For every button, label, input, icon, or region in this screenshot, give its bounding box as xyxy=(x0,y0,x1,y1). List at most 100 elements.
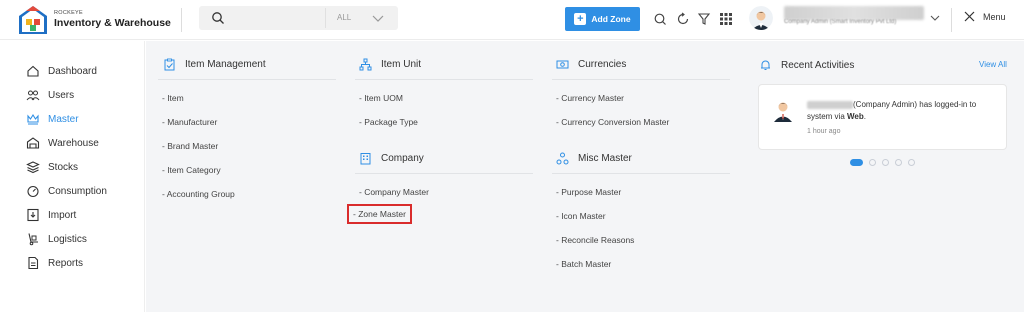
carousel-dots xyxy=(850,159,915,166)
activity-via: Web xyxy=(847,112,864,121)
warehouse-icon xyxy=(26,137,40,149)
top-header: ROCKEYE Inventory & Warehouse ALL + Add … xyxy=(0,0,1024,40)
add-zone-button[interactable]: + Add Zone xyxy=(565,7,640,31)
recent-activities-label: Recent Activities xyxy=(781,59,855,71)
section-title-item-unit: Item Unit xyxy=(359,58,421,71)
users-icon xyxy=(26,90,40,101)
sidebar-item-master[interactable]: Master xyxy=(26,111,79,127)
user-role: Company Admin (Smart Inventory Pvt Ltd) xyxy=(784,19,897,25)
activity-message-end: . xyxy=(863,112,866,121)
sidebar-item-label: Consumption xyxy=(48,185,107,197)
section-title-item-management: Item Management xyxy=(163,58,266,71)
app-logo[interactable] xyxy=(18,5,48,35)
report-icon xyxy=(28,256,39,270)
home-icon xyxy=(27,65,39,77)
search-icon[interactable] xyxy=(653,12,667,26)
section-divider xyxy=(158,79,336,80)
building-icon xyxy=(360,153,371,165)
activity-time: 1 hour ago xyxy=(807,128,841,135)
link-reconcile-reasons[interactable]: - Reconcile Reasons xyxy=(556,235,634,245)
sidebar-item-warehouse[interactable]: Warehouse xyxy=(26,135,99,151)
clipboard-icon xyxy=(164,58,175,71)
link-accounting-group[interactable]: - Accounting Group xyxy=(162,189,235,199)
view-all-link[interactable]: View All xyxy=(979,60,1007,69)
brand-name: Inventory & Warehouse xyxy=(54,17,171,29)
link-manufacturer[interactable]: - Manufacturer xyxy=(162,117,217,127)
plus-icon: + xyxy=(574,13,587,25)
sidebar-item-label: Warehouse xyxy=(48,137,99,149)
user-name-redacted xyxy=(784,6,924,20)
sidebar-item-label: Logistics xyxy=(48,233,87,245)
link-icon-master[interactable]: - Icon Master xyxy=(556,211,606,221)
menu-button[interactable]: Menu xyxy=(964,11,1006,22)
sidebar-item-dashboard[interactable]: Dashboard xyxy=(26,63,97,79)
sidebar-item-users[interactable]: Users xyxy=(26,87,74,103)
import-icon xyxy=(27,208,39,222)
stack-icon xyxy=(26,161,40,174)
sidebar-item-label: Dashboard xyxy=(48,65,97,77)
link-currency-conversion-master[interactable]: - Currency Conversion Master xyxy=(556,117,669,127)
close-icon xyxy=(964,11,975,22)
link-company-master[interactable]: - Company Master xyxy=(359,187,429,197)
sidebar-item-logistics[interactable]: Logistics xyxy=(26,231,87,247)
link-purpose-master[interactable]: - Purpose Master xyxy=(556,187,621,197)
brand-tagline: ROCKEYE xyxy=(54,10,83,16)
link-package-type[interactable]: - Package Type xyxy=(359,117,418,127)
global-search[interactable]: ALL xyxy=(199,6,398,30)
sidebar-item-label: Master xyxy=(48,113,79,125)
nodes-icon xyxy=(556,152,569,165)
search-separator xyxy=(325,8,326,28)
crown-icon xyxy=(27,113,39,125)
apps-grid-icon[interactable] xyxy=(719,12,733,26)
section-divider xyxy=(552,173,730,174)
link-brand-master[interactable]: - Brand Master xyxy=(162,141,218,151)
user-avatar[interactable] xyxy=(749,6,773,30)
link-item-category[interactable]: - Item Category xyxy=(162,165,221,175)
sidebar-item-label: Import xyxy=(48,209,77,221)
section-title-company: Company xyxy=(359,152,424,165)
section-title-label: Company xyxy=(381,153,424,164)
chevron-down-icon[interactable] xyxy=(928,11,942,25)
link-item[interactable]: - Item xyxy=(162,93,184,103)
carousel-dot[interactable] xyxy=(869,159,876,166)
link-zone-master[interactable]: - Zone Master xyxy=(347,204,412,224)
activity-role: (Company Admin) xyxy=(853,100,918,109)
user-info[interactable]: Company Admin (Smart Inventory Pvt Ltd) xyxy=(784,6,924,28)
menu-label: Menu xyxy=(983,11,1006,22)
section-divider xyxy=(355,173,533,174)
gauge-icon xyxy=(27,185,39,198)
link-currency-master[interactable]: - Currency Master xyxy=(556,93,624,103)
section-title-misc-master: Misc Master xyxy=(556,152,632,165)
recent-activities-title: Recent Activities xyxy=(760,59,854,71)
search-icon[interactable] xyxy=(211,11,225,25)
sidebar-item-label: Users xyxy=(48,89,75,101)
link-batch-master[interactable]: - Batch Master xyxy=(556,259,611,269)
refresh-icon[interactable] xyxy=(676,12,690,26)
carousel-dot[interactable] xyxy=(882,159,889,166)
search-filter-select[interactable]: ALL xyxy=(337,13,351,22)
carousel-dot[interactable] xyxy=(850,159,863,166)
add-zone-label: Add Zone xyxy=(591,14,631,24)
section-title-label: Item Management xyxy=(185,59,266,70)
hierarchy-icon xyxy=(359,58,372,71)
carousel-dot[interactable] xyxy=(895,159,902,166)
hand-truck-icon xyxy=(28,233,38,246)
carousel-dot[interactable] xyxy=(908,159,915,166)
filter-icon[interactable] xyxy=(697,12,711,26)
section-divider xyxy=(355,79,533,80)
chevron-down-icon[interactable] xyxy=(371,11,385,25)
sidebar-item-import[interactable]: Import xyxy=(26,207,76,223)
sidebar-item-stocks[interactable]: Stocks xyxy=(26,159,78,175)
sidebar-item-consumption[interactable]: Consumption xyxy=(26,183,107,199)
sidebar-item-reports[interactable]: Reports xyxy=(26,255,83,271)
cash-icon xyxy=(556,60,569,69)
sidebar: Dashboard Users Master Warehouse Stocks … xyxy=(0,41,145,312)
section-title-currencies: Currencies xyxy=(556,58,626,71)
header-divider xyxy=(951,8,952,32)
sidebar-item-label: Stocks xyxy=(48,161,79,173)
section-divider xyxy=(552,79,730,80)
activity-user-redacted xyxy=(807,100,853,109)
user-avatar xyxy=(774,102,792,122)
link-item-uom[interactable]: - Item UOM xyxy=(359,93,403,103)
header-divider xyxy=(181,8,182,32)
